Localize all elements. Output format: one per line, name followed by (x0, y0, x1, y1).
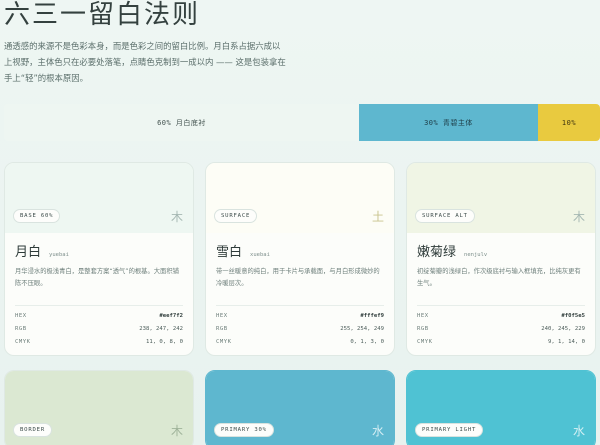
element-glyph: 土 (371, 210, 384, 224)
cmyk-label: CMYK (216, 339, 232, 345)
color-specs: HEX #eef7f2 RGB 238, 247, 242 CMYK 11, 0, 8… (15, 305, 183, 352)
color-swatch: PRIMARY LIGHT 水 (407, 371, 595, 445)
color-swatch: BASE 60% 木 (5, 163, 193, 233)
cmyk-value[interactable]: 0, 1, 3, 0 (350, 339, 384, 352)
color-card-primary-light[interactable]: PRIMARY LIGHT 水 (406, 370, 596, 445)
hex-label: HEX (216, 313, 228, 319)
element-glyph: 水 (371, 424, 384, 438)
rgb-value[interactable]: 255, 254, 249 (340, 326, 384, 339)
hex-value[interactable]: #fffef9 (360, 313, 384, 326)
color-description: 月华浸水的极浅青白，是整套方案“透气”的根基。大面积铺陈不压眼。 (15, 268, 179, 287)
hex-value[interactable]: #eef7f2 (159, 313, 183, 326)
color-specs: HEX #f0f5e5 RGB 240, 245, 229 CMYK 9, 1, 14… (417, 305, 585, 352)
color-pinyin: xuebai (250, 252, 270, 258)
role-tag: SURFACE (214, 209, 258, 223)
color-name: 月白 (15, 245, 42, 260)
rgb-label: RGB (417, 326, 429, 332)
color-card-primary[interactable]: PRIMARY 30% 水 (205, 370, 395, 445)
ratio-bar: 60% 月白底衬 30% 青碧主体 10% (4, 104, 600, 141)
color-specs: HEX #fffef9 RGB 255, 254, 249 CMYK 0, 1, 3,… (216, 305, 384, 352)
ratio-segment-base: 60% 月白底衬 (4, 104, 359, 141)
intro-paragraph: 通透感的来源不是色彩本身，而是色彩之间的留白比例。月白系占据六成以上视野，主体色… (4, 41, 286, 83)
ratio-segment-accent: 10% (538, 104, 600, 141)
ratio-segment-primary: 30% 青碧主体 (359, 104, 538, 141)
role-tag: SURFACE ALT (415, 209, 475, 223)
color-pinyin: yuebai (49, 252, 69, 258)
color-swatch: SURFACE ALT 木 (407, 163, 595, 233)
color-description: 带一丝暖意的纯白，用于卡片与承载面，与月白形成微妙的冷暖层次。 (216, 268, 380, 287)
color-swatch: PRIMARY 30% 水 (206, 371, 394, 445)
color-name: 雪白 (216, 245, 243, 260)
element-glyph: 木 (170, 210, 183, 224)
cmyk-value[interactable]: 11, 0, 8, 0 (146, 339, 183, 352)
element-glyph: 木 (572, 210, 585, 224)
role-tag: PRIMARY 30% (214, 423, 274, 437)
rgb-label: RGB (15, 326, 27, 332)
color-swatch: SURFACE 土 (206, 163, 394, 233)
element-glyph: 木 (170, 424, 183, 438)
role-tag: BASE 60% (13, 209, 61, 223)
color-description: 初绽菊瓣的浅绿白，作次级底衬与输入框填充，比纯灰更有生气。 (417, 268, 581, 287)
color-card-xuebai[interactable]: SURFACE 土 雪白 xuebai 带一丝暖意的纯白，用于卡片与承载面，与月… (205, 162, 395, 356)
hex-label: HEX (15, 313, 27, 319)
hex-value[interactable]: #f0f5e5 (561, 313, 585, 326)
color-pinyin: nenjulv (464, 252, 488, 258)
color-swatch: BORDER 木 (5, 371, 193, 445)
color-card-nenjulv[interactable]: SURFACE ALT 木 嫩菊绿 nenjulv 初绽菊瓣的浅绿白，作次级底衬… (406, 162, 596, 356)
color-name: 嫩菊绿 (417, 245, 457, 260)
page-title: 六三一留白法则 (4, 0, 201, 30)
color-card-yuebai[interactable]: BASE 60% 木 月白 yuebai 月华浸水的极浅青白，是整套方案“透气”… (4, 162, 194, 356)
role-tag: PRIMARY LIGHT (415, 423, 484, 437)
cmyk-value[interactable]: 9, 1, 14, 0 (548, 339, 585, 352)
element-glyph: 水 (572, 424, 585, 438)
hex-label: HEX (417, 313, 429, 319)
cmyk-label: CMYK (417, 339, 433, 345)
color-card-border[interactable]: BORDER 木 (4, 370, 194, 445)
rgb-label: RGB (216, 326, 228, 332)
role-tag: BORDER (13, 423, 53, 437)
cmyk-label: CMYK (15, 339, 31, 345)
rgb-value[interactable]: 238, 247, 242 (139, 326, 183, 339)
rgb-value[interactable]: 240, 245, 229 (541, 326, 585, 339)
